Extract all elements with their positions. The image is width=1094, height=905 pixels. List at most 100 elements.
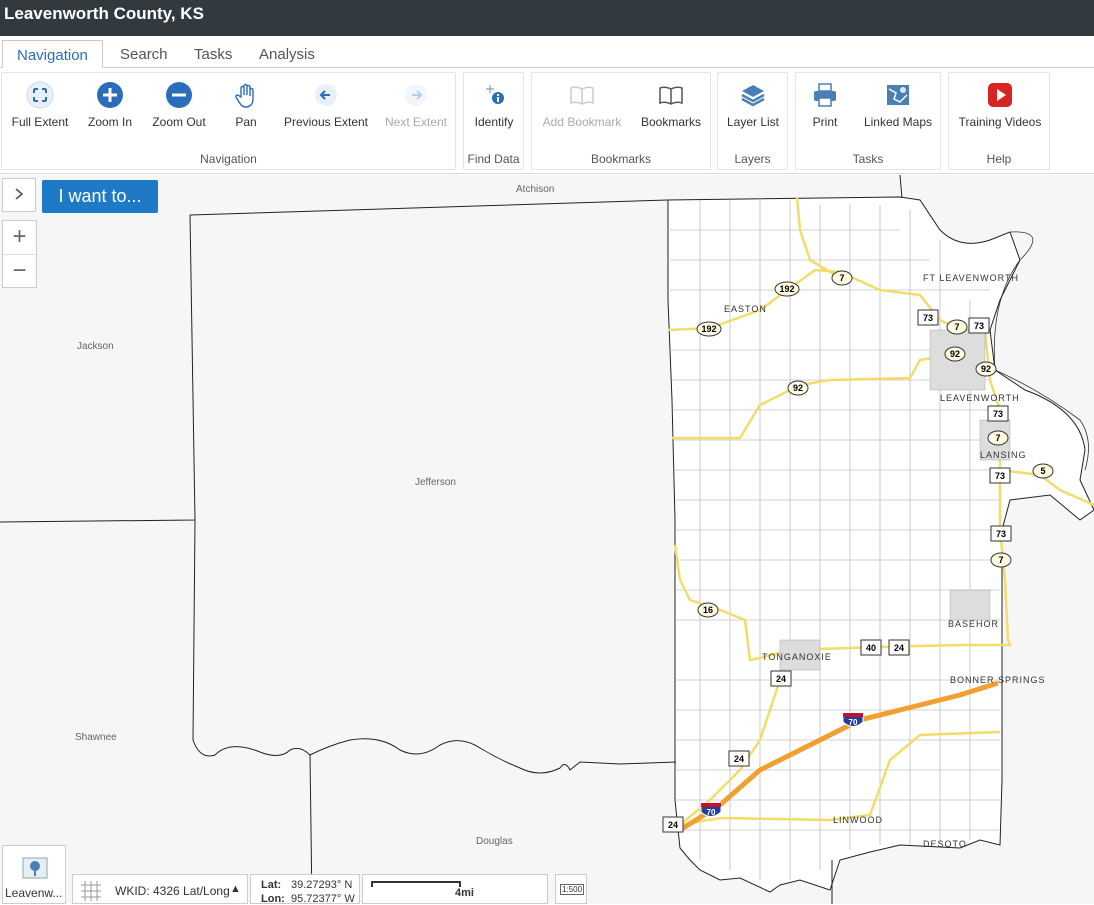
chevron-right-icon	[15, 188, 24, 200]
identify-label: Identify	[474, 115, 514, 129]
pan-button[interactable]: Pan	[228, 81, 264, 129]
pan-hand-icon	[235, 83, 254, 108]
grid-icon	[81, 881, 101, 901]
svg-text:24: 24	[734, 754, 744, 764]
linked-maps-label: Linked Maps	[863, 115, 933, 129]
zoom-out-label: Zoom Out	[152, 115, 206, 129]
lat-value: 39.27293° N	[291, 879, 353, 891]
arrow-right-icon	[405, 84, 427, 106]
wkid-label: WKID: 4326 Lat/Long	[115, 884, 230, 898]
svg-text:73: 73	[993, 409, 1003, 419]
shield-92-b: 92	[975, 361, 997, 377]
full-extent-button[interactable]: Full Extent	[10, 81, 70, 129]
video-play-icon	[988, 83, 1012, 107]
svg-text:73: 73	[996, 529, 1006, 539]
coordinate-system-panel[interactable]: WKID: 4326 Lat/Long ▲	[72, 874, 248, 904]
svg-text:7: 7	[839, 273, 844, 283]
map-pin-icon	[22, 857, 48, 879]
svg-text:16: 16	[703, 605, 713, 615]
expand-panel-button[interactable]	[2, 178, 36, 212]
next-extent-button[interactable]: Next Extent	[384, 81, 448, 129]
svg-text:7: 7	[995, 433, 1000, 443]
help-group: Training Videos Help	[948, 72, 1050, 170]
shield-5: 5	[1032, 463, 1054, 479]
zoom-out-button[interactable]: Zoom Out	[148, 81, 210, 129]
svg-text:73: 73	[974, 321, 984, 331]
svg-text:24: 24	[894, 643, 904, 653]
training-videos-button[interactable]: Training Videos	[955, 81, 1045, 129]
svg-text:24: 24	[776, 674, 786, 684]
linked-maps-icon	[887, 85, 909, 105]
next-extent-label: Next Extent	[384, 115, 448, 129]
lat-label: Lat:	[261, 879, 282, 891]
lon-value: 95.72377° W	[291, 893, 355, 905]
svg-text:70: 70	[707, 808, 716, 817]
tasks-group: Print Linked Maps Tasks	[795, 72, 941, 170]
svg-text:7: 7	[954, 322, 959, 332]
svg-text:92: 92	[793, 383, 803, 393]
zoom-in-label: Zoom In	[87, 115, 132, 129]
layers-group-label: Layers	[734, 152, 771, 166]
scale-bar: 4mi	[362, 874, 548, 904]
shield-7-d: 7	[990, 552, 1012, 568]
svg-text:7: 7	[998, 555, 1003, 565]
layer-list-label: Layer List	[726, 115, 780, 129]
add-bookmark-button[interactable]: Add Bookmark	[540, 81, 624, 129]
bookmarks-group: Add Bookmark Bookmarks Bookmarks	[531, 72, 711, 170]
shield-73-e: 73	[990, 525, 1012, 542]
shield-7-b: 7	[946, 319, 968, 335]
navigation-group: Full Extent Zoom In Zoom Out Pan Previou…	[1, 72, 456, 170]
previous-extent-button[interactable]: Previous Extent	[282, 81, 370, 129]
identify-icon	[486, 85, 504, 104]
bookmarks-group-label: Bookmarks	[590, 152, 652, 166]
overview-map-button[interactable]: Leavenw...	[2, 845, 66, 904]
map-zoom-control: + −	[2, 220, 37, 288]
svg-text:192: 192	[701, 324, 716, 334]
add-bookmark-label: Add Bookmark	[542, 115, 622, 129]
shield-7-north: 7	[831, 270, 853, 286]
route-shields: 7 192 192 73 7 73 92 92 92 73 7 73 5 73 …	[662, 270, 1054, 833]
zoom-in-icon	[97, 82, 123, 108]
map-view[interactable]: Atchison Jackson Jefferson Shawnee Dougl…	[0, 175, 1094, 904]
svg-text:92: 92	[981, 364, 991, 374]
svg-text:92: 92	[950, 349, 960, 359]
svg-text:73: 73	[995, 471, 1005, 481]
overview-label: Leavenw...	[5, 886, 63, 900]
tab-tasks[interactable]: Tasks	[180, 40, 246, 68]
print-button[interactable]: Print	[804, 81, 846, 129]
layers-icon	[741, 85, 765, 107]
i-want-to-button[interactable]: I want to...	[42, 180, 158, 213]
layer-list-button[interactable]: Layer List	[726, 81, 780, 129]
shield-92-c: 92	[787, 380, 809, 396]
identify-button[interactable]: Identify	[470, 81, 518, 129]
shield-16: 16	[697, 602, 719, 618]
scale-bar-line	[371, 881, 461, 887]
arrow-left-icon	[315, 84, 337, 106]
map-zoom-out-button[interactable]: −	[3, 254, 36, 287]
tab-analysis[interactable]: Analysis	[245, 40, 329, 68]
scale-label: 4mi	[455, 887, 474, 899]
book-icon	[659, 86, 683, 105]
bookmarks-label: Bookmarks	[640, 115, 702, 129]
shield-24-b: 24	[770, 670, 792, 687]
ribbon-tabs: Navigation Search Tasks Analysis	[0, 36, 1094, 68]
linked-maps-button[interactable]: Linked Maps	[860, 81, 936, 129]
coordinates-panel: Lat: 39.27293° N Lon: 95.72377° W	[250, 874, 360, 905]
svg-text:5: 5	[1040, 466, 1045, 476]
find-data-group: Identify Find Data	[463, 72, 524, 170]
tab-search[interactable]: Search	[106, 40, 182, 68]
shield-i70-a: 70	[842, 712, 864, 727]
full-extent-label: Full Extent	[11, 115, 69, 129]
scale-input-button[interactable]: 1:500	[555, 874, 587, 904]
shield-24-a: 24	[888, 639, 910, 656]
previous-extent-label: Previous Extent	[283, 115, 369, 129]
map-zoom-in-button[interactable]: +	[3, 221, 36, 254]
zoom-in-button[interactable]: Zoom In	[82, 81, 138, 129]
shield-73-a: 73	[917, 309, 939, 326]
tab-navigation[interactable]: Navigation	[2, 40, 103, 68]
print-label: Print	[812, 115, 838, 129]
bookmarks-button[interactable]: Bookmarks	[638, 81, 704, 129]
navigation-group-label: Navigation	[200, 152, 257, 166]
shield-192-a: 192	[774, 281, 800, 297]
shield-40: 40	[860, 639, 882, 656]
